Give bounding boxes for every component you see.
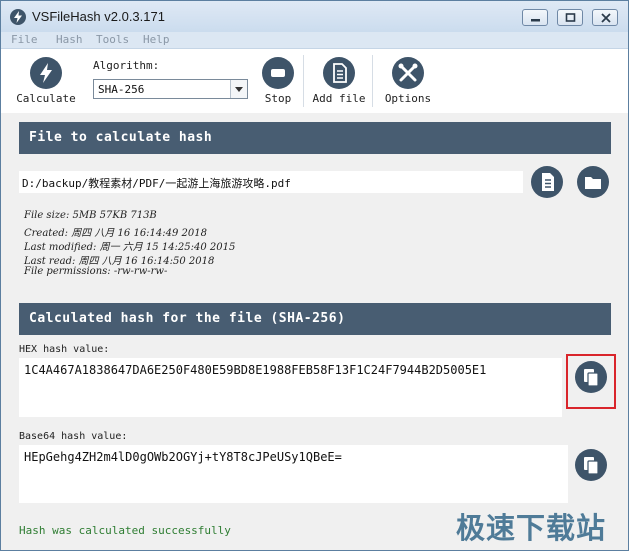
file-path-text: D:/backup/教程素材/PDF/一起游上海旅游攻略.pdf — [22, 177, 291, 190]
menu-tools[interactable]: Tools — [96, 33, 129, 46]
algorithm-label: Algorithm: — [93, 59, 160, 72]
toolbar-separator — [303, 55, 304, 107]
base64-hash-field[interactable]: HEpGehg4ZH2m4lD0gOWb2OGYj+tY8T8cJPeUSy1Q… — [19, 445, 568, 503]
options-button[interactable]: Options — [378, 49, 438, 105]
file-section-title: File to calculate hash — [29, 130, 213, 145]
menu-file[interactable]: File — [11, 33, 38, 46]
toolbar: Calculate Algorithm: SHA-256 Stop Add fi… — [1, 49, 628, 113]
copy-icon — [584, 369, 599, 387]
algorithm-value: SHA-256 — [98, 83, 145, 96]
last-read-info: Last read: 周四 八月 16 16:14:50 2018 — [24, 256, 215, 267]
copy-icon — [584, 457, 599, 475]
modified-info: Last modified: 周一 六月 15 14:25:40 2015 — [24, 242, 236, 253]
status-text: Hash was calculated successfully — [19, 524, 231, 537]
window-title: VSFileHash v2.0.3.171 — [32, 9, 165, 24]
open-document-button[interactable] — [531, 166, 563, 198]
add-file-icon — [323, 57, 355, 89]
add-file-label: Add file — [312, 92, 366, 105]
stop-label: Stop — [264, 92, 292, 105]
permissions-info: File permissions: -rw-rw-rw- — [24, 266, 168, 277]
base64-hash-value: HEpGehg4ZH2m4lD0gOWb2OGYj+tY8T8cJPeUSy1Q… — [24, 450, 342, 464]
folder-icon — [585, 177, 601, 189]
options-label: Options — [384, 92, 432, 105]
app-logo-icon — [10, 9, 26, 25]
hash-section-header: Calculated hash for the file (SHA-256) — [19, 303, 611, 335]
created-info: Created: 周四 八月 16 16:14:49 2018 — [24, 228, 207, 239]
calculate-button[interactable]: Calculate — [16, 49, 76, 105]
watermark-text: 极速下载站 — [456, 511, 607, 545]
file-path-field[interactable]: D:/backup/教程素材/PDF/一起游上海旅游攻略.pdf — [19, 171, 523, 193]
menu-bar: File Hash Tools Help — [1, 32, 628, 49]
file-section-header: File to calculate hash — [19, 122, 611, 154]
toolbar-separator — [372, 55, 373, 107]
hex-hash-field[interactable]: 1C4A467A1838647DA6E250F480E59BD8E1988FEB… — [19, 358, 562, 417]
title-bar: VSFileHash v2.0.3.171 — [1, 1, 628, 32]
base64-label: Base64 hash value: — [19, 431, 128, 442]
algorithm-select[interactable]: SHA-256 — [93, 79, 248, 99]
document-icon — [542, 173, 554, 191]
copy-base64-button[interactable] — [575, 449, 607, 481]
calculate-label: Calculate — [16, 92, 76, 105]
menu-help[interactable]: Help — [143, 33, 170, 46]
hex-hash-value: 1C4A467A1838647DA6E250F480E59BD8E1988FEB… — [24, 363, 487, 377]
close-button[interactable] — [592, 9, 618, 26]
copy-hex-button[interactable] — [575, 361, 607, 393]
menu-hash[interactable]: Hash — [56, 33, 83, 46]
app-window: VSFileHash v2.0.3.171 File Hash Tools He… — [0, 0, 629, 551]
add-file-button[interactable]: Add file — [309, 49, 369, 105]
hash-section-title: Calculated hash for the file (SHA-256) — [29, 311, 346, 326]
file-size-info: File size: 5MB 57KB 713B — [24, 210, 157, 221]
lightning-icon — [30, 57, 62, 89]
stop-icon — [262, 57, 294, 89]
minimize-button[interactable] — [522, 9, 548, 26]
hex-label: HEX hash value: — [19, 344, 110, 355]
open-folder-button[interactable] — [577, 166, 609, 198]
chevron-down-icon[interactable] — [230, 80, 247, 98]
maximize-button[interactable] — [557, 9, 583, 26]
stop-button[interactable]: Stop — [248, 49, 308, 105]
tools-icon — [392, 57, 424, 89]
